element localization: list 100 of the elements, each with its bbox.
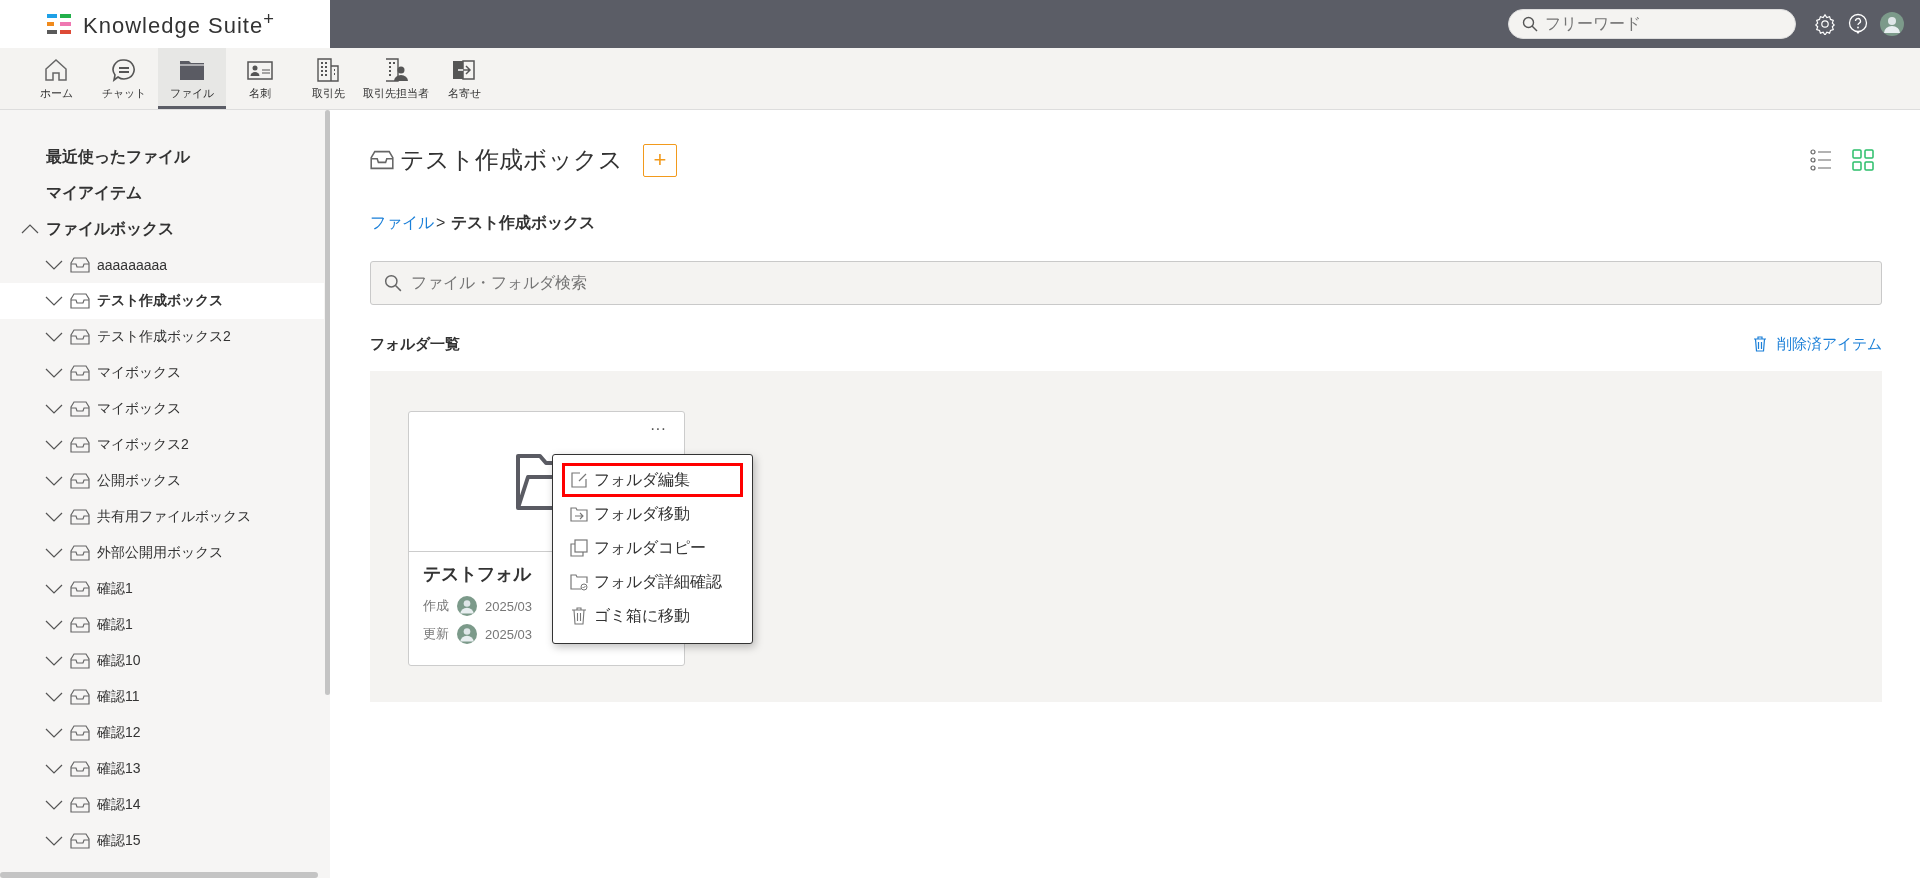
sidebar-item[interactable]: 公開ボックス	[0, 463, 324, 499]
sidebar-item[interactable]: マイボックス2	[0, 427, 324, 463]
chevron-down-icon[interactable]	[45, 800, 63, 810]
folder-icon	[515, 452, 553, 511]
sidebar-item[interactable]: 確認14	[0, 787, 324, 823]
nav-tab[interactable]: ファイル	[158, 48, 226, 109]
avatar-icon	[457, 624, 477, 644]
chevron-down-icon[interactable]	[45, 296, 63, 306]
tray-icon	[70, 833, 90, 849]
home-icon	[43, 56, 69, 83]
chevron-down-icon[interactable]	[45, 656, 63, 666]
sidebar-item[interactable]: 確認12	[0, 715, 324, 751]
page-title: テスト作成ボックス	[400, 145, 623, 175]
breadcrumb-separator: >	[436, 214, 446, 232]
chevron-down-icon[interactable]	[45, 548, 63, 558]
copy-icon	[570, 539, 588, 557]
chevron-down-icon[interactable]	[45, 764, 63, 774]
search-icon	[1522, 16, 1538, 32]
chevron-down-icon[interactable]	[45, 584, 63, 594]
nav-tab[interactable]: 名刺	[226, 48, 294, 109]
settings-icon[interactable]	[1814, 13, 1836, 35]
sidebar-item[interactable]: 共有用ファイルボックス	[0, 499, 324, 535]
meta-label: 作成	[423, 597, 449, 615]
edit-icon	[570, 471, 588, 489]
tray-icon	[70, 365, 90, 381]
tray-icon	[70, 617, 90, 633]
scrollbar[interactable]	[0, 872, 318, 878]
sidebar-item[interactable]: 確認11	[0, 679, 324, 715]
sidebar-item[interactable]: 外部公開用ボックス	[0, 535, 324, 571]
logo-text: Knowledge Suite$^{+}$	[83, 8, 275, 40]
chevron-up-icon[interactable]	[21, 224, 39, 234]
sidebar-item[interactable]: 確認13	[0, 751, 324, 787]
search-field[interactable]: フリーワード	[1508, 9, 1796, 39]
meta-label: 更新	[423, 625, 449, 643]
tray-icon	[70, 509, 90, 525]
building-icon	[315, 56, 341, 83]
tray-icon	[70, 329, 90, 345]
tray-icon	[70, 797, 90, 813]
date-text: 2025/03	[485, 626, 532, 642]
tray-icon	[70, 545, 90, 561]
sidebar-item[interactable]: マイボックス	[0, 355, 324, 391]
folder-name: テストフォル	[423, 563, 531, 586]
trash-icon	[570, 607, 588, 625]
help-icon[interactable]	[1848, 13, 1868, 35]
chevron-down-icon[interactable]	[45, 440, 63, 450]
tray-icon	[70, 653, 90, 669]
nav-tab[interactable]: 取引先	[294, 48, 362, 109]
chevron-down-icon[interactable]	[45, 692, 63, 702]
search-icon	[384, 274, 402, 292]
section-title: フォルダ一覧	[370, 334, 460, 354]
tray-icon	[70, 689, 90, 705]
sidebar-item[interactable]: 確認1	[0, 571, 324, 607]
chevron-down-icon[interactable]	[45, 476, 63, 486]
nav-tab[interactable]: 名寄せ	[430, 48, 498, 109]
tray-icon	[70, 401, 90, 417]
chevron-down-icon[interactable]	[45, 836, 63, 846]
nav-tab[interactable]: チャット	[90, 48, 158, 109]
sidebar-item[interactable]: テスト作成ボックス2	[0, 319, 324, 355]
scrollbar[interactable]	[325, 110, 330, 695]
tray-icon	[70, 725, 90, 741]
chevron-down-icon[interactable]	[45, 620, 63, 630]
nav-tab[interactable]: 取引先担当者	[362, 48, 430, 109]
folder-check-icon	[570, 573, 588, 591]
chevron-down-icon[interactable]	[45, 368, 63, 378]
search-field[interactable]: ファイル・フォルダ検索	[370, 261, 1882, 305]
logo-icon	[47, 14, 71, 34]
tray-icon	[70, 581, 90, 597]
breadcrumb-current: テスト作成ボックス	[451, 212, 596, 233]
folder-arrow-icon	[570, 505, 588, 523]
avatar-icon[interactable]	[1880, 12, 1904, 36]
tray-icon	[370, 150, 394, 170]
building-person-icon	[383, 56, 409, 83]
sidebar-item[interactable]: 確認10	[0, 643, 324, 679]
chevron-down-icon[interactable]	[45, 512, 63, 522]
date-text: 2025/03	[485, 598, 532, 614]
chevron-down-icon[interactable]	[45, 332, 63, 342]
sidebar-item[interactable]: 確認1	[0, 607, 324, 643]
sidebar-item[interactable]: aaaaaaaaa	[0, 247, 324, 283]
trash-icon	[1753, 336, 1767, 352]
menu-item[interactable]: フォルダ編集	[562, 463, 743, 497]
more-button[interactable]: ···	[650, 420, 666, 438]
sidebar-item[interactable]: マイアイテム	[0, 175, 320, 211]
sidebar-item[interactable]: ファイルボックス	[0, 211, 320, 247]
tray-icon	[70, 761, 90, 777]
sidebar-item[interactable]: 確認15	[0, 823, 324, 859]
chat-icon	[111, 56, 137, 83]
sidebar-item[interactable]: マイボックス	[0, 391, 324, 427]
breadcrumb-link[interactable]: ファイル	[370, 212, 434, 234]
chevron-down-icon[interactable]	[45, 728, 63, 738]
deleted-items-link[interactable]: 削除済アイテム	[1753, 334, 1882, 354]
nav-tab[interactable]: ホーム	[22, 48, 90, 109]
avatar-icon	[457, 596, 477, 616]
chevron-down-icon[interactable]	[45, 404, 63, 414]
sidebar-item[interactable]: 最近使ったファイル	[0, 139, 320, 175]
tray-icon	[70, 437, 90, 453]
tray-icon	[70, 293, 90, 309]
sidebar-item[interactable]: テスト作成ボックス	[0, 283, 324, 319]
tray-icon	[70, 473, 90, 489]
chevron-down-icon[interactable]	[45, 260, 63, 270]
list-view-icon[interactable]	[1810, 149, 1832, 171]
